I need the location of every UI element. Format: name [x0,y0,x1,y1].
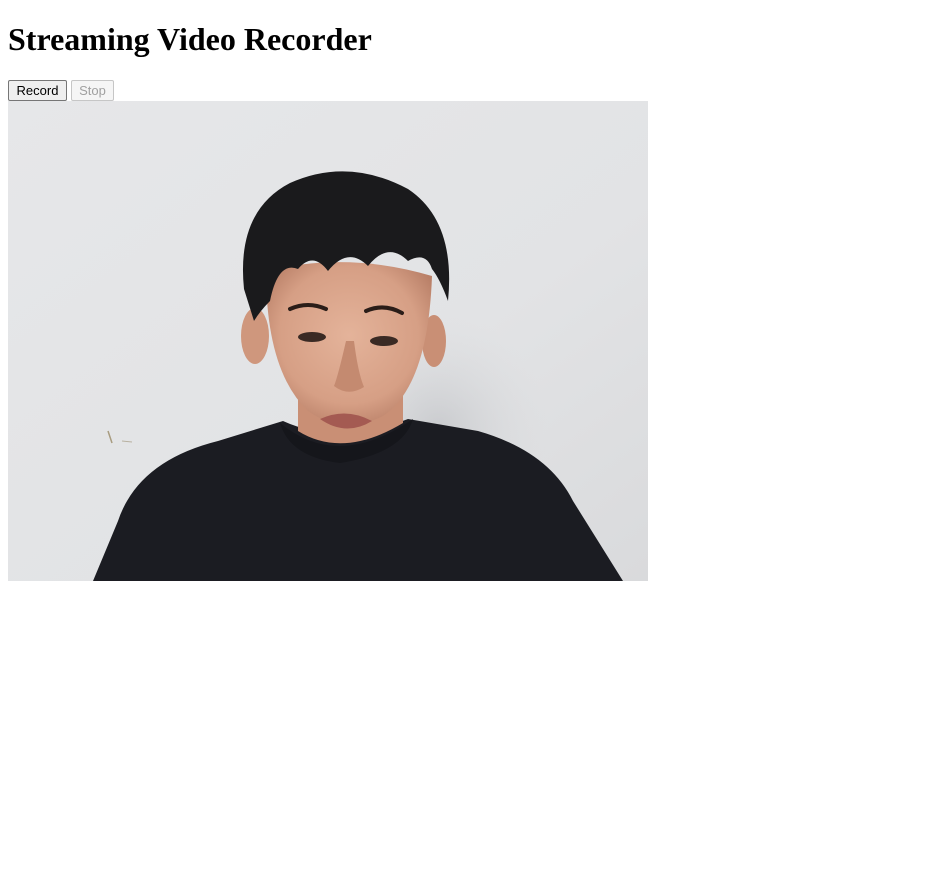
recorder-controls: Record Stop [8,80,114,101]
page-title: Streaming Video Recorder [8,21,372,57]
record-button[interactable]: Record [8,80,67,101]
video-preview [8,101,648,581]
page-root: Streaming Video Recorder Record Stop [8,0,921,581]
webcam-frame [8,101,648,581]
stop-button[interactable]: Stop [71,80,114,101]
